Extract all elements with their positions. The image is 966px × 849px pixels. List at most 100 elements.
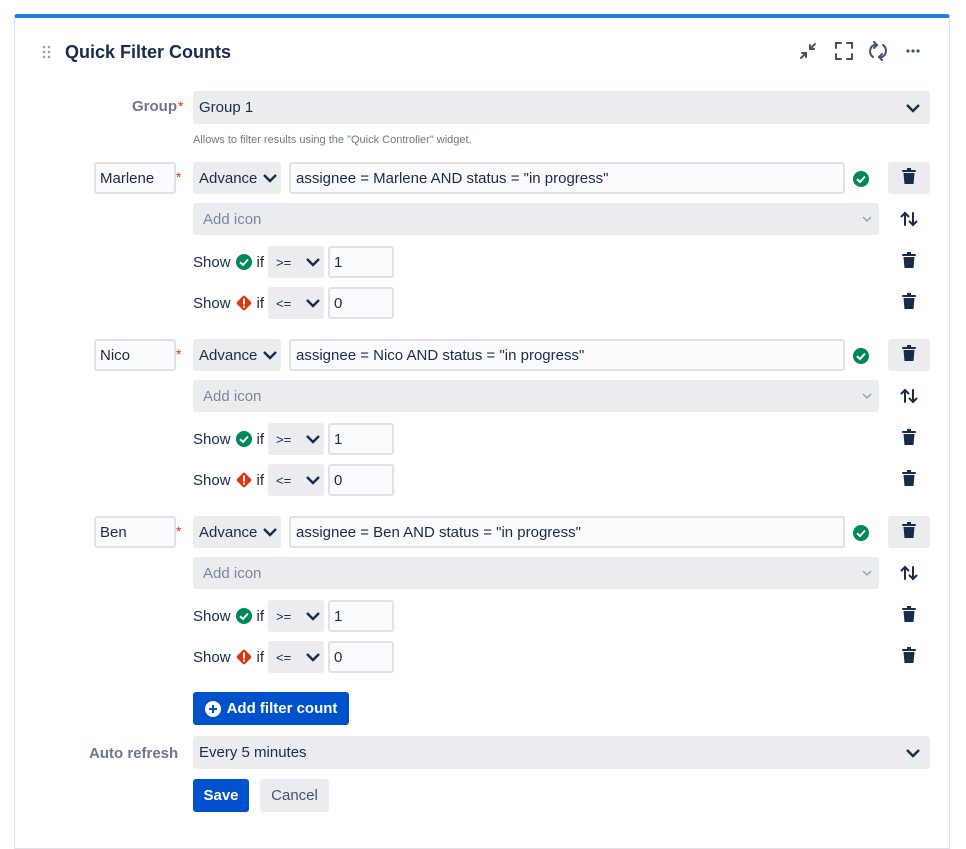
filter-mode-value: Advance: [199, 346, 258, 364]
threshold-input[interactable]: 0: [328, 641, 394, 673]
filter-name-input[interactable]: Marlene: [94, 162, 176, 194]
required-mark: *: [176, 523, 182, 539]
error-icon: [235, 471, 253, 489]
collapse-icon[interactable]: [798, 41, 818, 61]
jql-input[interactable]: assignee = Marlene AND status = "in prog…: [289, 162, 845, 194]
cancel-button[interactable]: Cancel: [260, 779, 329, 812]
threshold-input[interactable]: 1: [328, 246, 394, 278]
delete-rule-button[interactable]: [897, 250, 921, 274]
trash-icon: [902, 292, 916, 314]
filter-mode-select[interactable]: Advance: [193, 516, 281, 548]
operator-value: >=: [276, 431, 292, 447]
more-icon[interactable]: [903, 41, 923, 61]
operator-select[interactable]: <=: [268, 464, 324, 496]
show-if-label: Show if: [193, 294, 265, 312]
operator-select[interactable]: <=: [268, 287, 324, 319]
show-if-label: Show if: [193, 430, 265, 448]
group-select-value: Group 1: [199, 99, 254, 116]
trash-icon: [902, 251, 916, 273]
chevron-down-icon: [302, 298, 324, 308]
required-mark: *: [176, 169, 182, 185]
delete-rule-button[interactable]: [897, 291, 921, 315]
auto-refresh-select[interactable]: Every 5 minutes: [193, 736, 930, 769]
operator-select[interactable]: >=: [268, 246, 324, 278]
filter-name-input[interactable]: Nico: [94, 339, 176, 371]
widget-title: Quick Filter Counts: [65, 42, 232, 62]
group-select[interactable]: Group 1: [193, 91, 930, 124]
chevron-down-icon: [259, 350, 281, 360]
operator-value: <=: [276, 649, 292, 665]
chevron-down-icon: [302, 652, 324, 662]
operator-select[interactable]: >=: [268, 600, 324, 632]
delete-filter-button[interactable]: [888, 339, 930, 371]
threshold-input[interactable]: 0: [328, 464, 394, 496]
success-icon: [235, 607, 253, 625]
valid-check-icon: [852, 170, 870, 188]
chevron-down-icon: [855, 569, 879, 577]
chevron-down-icon: [896, 103, 930, 113]
add-filter-count-button[interactable]: Add filter count: [193, 692, 349, 725]
delete-filter-button[interactable]: [888, 162, 930, 194]
group-help-text: Allows to filter results using the "Quic…: [193, 134, 472, 146]
jql-input[interactable]: assignee = Nico AND status = "in progres…: [289, 339, 845, 371]
filter-mode-select[interactable]: Advance: [193, 339, 281, 371]
error-icon: [235, 294, 253, 312]
add-icon-select[interactable]: Add icon: [193, 557, 879, 589]
drag-handle-icon[interactable]: [42, 45, 52, 59]
threshold-input[interactable]: 1: [328, 600, 394, 632]
trash-icon: [902, 605, 916, 627]
chevron-down-icon: [855, 392, 879, 400]
save-button[interactable]: Save: [193, 779, 249, 812]
add-filter-count-label: Add filter count: [226, 700, 338, 717]
reorder-icon[interactable]: [897, 207, 921, 231]
chevron-down-icon: [302, 257, 324, 267]
operator-select[interactable]: <=: [268, 641, 324, 673]
delete-rule-button[interactable]: [897, 427, 921, 451]
operator-value: <=: [276, 295, 292, 311]
delete-rule-button[interactable]: [897, 468, 921, 492]
operator-value: >=: [276, 254, 292, 270]
required-mark: *: [176, 346, 182, 362]
show-if-label: Show if: [193, 471, 265, 489]
add-icon-select[interactable]: Add icon: [193, 203, 879, 235]
success-icon: [235, 253, 253, 271]
delete-rule-button[interactable]: [897, 604, 921, 628]
filter-mode-select[interactable]: Advance: [193, 162, 281, 194]
trash-icon: [902, 646, 916, 668]
chevron-down-icon: [855, 215, 879, 223]
chevron-down-icon: [302, 434, 324, 444]
trash-icon: [902, 344, 916, 366]
add-icon-placeholder: Add icon: [203, 387, 262, 405]
auto-refresh-value: Every 5 minutes: [199, 744, 307, 761]
show-if-label: Show if: [193, 607, 265, 625]
reorder-icon[interactable]: [897, 561, 921, 585]
operator-select[interactable]: >=: [268, 423, 324, 455]
filter-mode-value: Advance: [199, 169, 258, 187]
threshold-input[interactable]: 0: [328, 287, 394, 319]
filter-name-input[interactable]: Ben: [94, 516, 176, 548]
reorder-icon[interactable]: [897, 384, 921, 408]
chevron-down-icon: [302, 611, 324, 621]
trash-icon: [902, 469, 916, 491]
add-icon-placeholder: Add icon: [203, 210, 262, 228]
fullscreen-icon[interactable]: [834, 41, 854, 61]
jql-input[interactable]: assignee = Ben AND status = "in progress…: [289, 516, 845, 548]
add-icon-placeholder: Add icon: [203, 564, 262, 582]
show-if-label: Show if: [193, 253, 265, 271]
group-label: Group*: [132, 98, 184, 115]
add-circle-icon: [204, 700, 221, 717]
trash-icon: [902, 428, 916, 450]
chevron-down-icon: [259, 527, 281, 537]
delete-filter-button[interactable]: [888, 516, 930, 548]
chevron-down-icon: [259, 173, 281, 183]
filter-mode-value: Advance: [199, 523, 258, 541]
delete-rule-button[interactable]: [897, 645, 921, 669]
refresh-icon[interactable]: [868, 41, 888, 61]
trash-icon: [902, 521, 916, 543]
trash-icon: [902, 167, 916, 189]
add-icon-select[interactable]: Add icon: [193, 380, 879, 412]
show-if-label: Show if: [193, 648, 265, 666]
valid-check-icon: [852, 347, 870, 365]
valid-check-icon: [852, 524, 870, 542]
threshold-input[interactable]: 1: [328, 423, 394, 455]
